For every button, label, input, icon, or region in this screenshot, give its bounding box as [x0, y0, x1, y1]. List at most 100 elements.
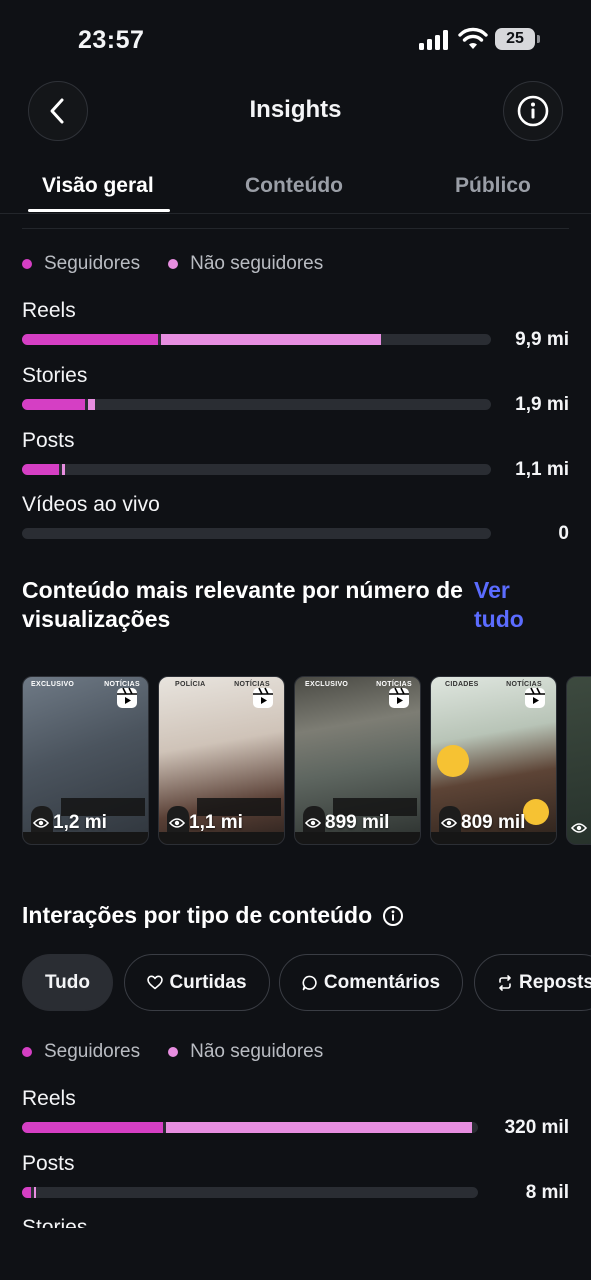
reels-icon: [117, 687, 137, 708]
views-legend: Seguidores Não seguidores: [22, 252, 351, 276]
followers-dot-icon: [22, 259, 32, 269]
views-count-value: 1,1 mi: [189, 812, 243, 833]
views-bar-posts: [22, 464, 491, 475]
info-icon: [517, 95, 549, 127]
views-row-label: Reels: [22, 299, 76, 322]
legend-non-followers: Não seguidores: [168, 253, 323, 275]
non-followers-segment: [59, 464, 65, 475]
section-divider: [22, 228, 569, 229]
content-thumbnail[interactable]: POLÍCIA NOTÍCIAS 1,1 mi: [158, 676, 285, 845]
interactions-bar-posts: [22, 1187, 478, 1198]
filter-label: Tudo: [44, 971, 90, 993]
views-row-label: Stories: [22, 364, 88, 387]
thumbnail-tag: POLÍCIA: [175, 681, 206, 688]
eye-icon: [169, 818, 185, 828]
views-count-value: 1,2 mi: [53, 812, 107, 833]
content-thumbnail[interactable]: EXCLUSIVO NOTÍCIAS 1,2 mi: [22, 676, 149, 845]
top-content-carousel[interactable]: EXCLUSIVO NOTÍCIAS 1,2 mi POLÍCIA NOTÍCI…: [22, 676, 591, 846]
legend-followers-label: Seguidores: [44, 253, 141, 274]
followers-segment: [22, 399, 85, 410]
views-count: 1,2 mi: [33, 812, 107, 834]
emoji-sticker-icon: [523, 799, 549, 825]
views-row-value: 9,9 mi: [515, 329, 569, 350]
filter-likes[interactable]: Curtidas: [124, 954, 270, 1011]
filter-label: Reposts: [519, 971, 591, 993]
cellular-signal-icon: [419, 30, 449, 50]
interactions-row-value: 8 mil: [525, 1182, 569, 1203]
views-count: [571, 822, 591, 834]
tab-audience[interactable]: Público: [455, 174, 531, 198]
bottom-edge: [0, 1228, 591, 1280]
content-thumbnail[interactable]: EXCLUSIVO NOTÍCIAS 899 mil: [294, 676, 421, 845]
followers-segment: [22, 464, 59, 475]
tab-content[interactable]: Conteúdo: [245, 174, 343, 198]
views-bar-live: [22, 528, 491, 539]
interactions-title: Interações por tipo de conteúdo: [22, 902, 373, 928]
interactions-title-row: Interações por tipo de conteúdo: [22, 901, 404, 930]
views-row-label: Posts: [22, 429, 75, 452]
filter-all[interactable]: Tudo: [22, 954, 113, 1011]
legend-followers-label: Seguidores: [44, 1041, 141, 1062]
filter-label: Curtidas: [169, 971, 247, 993]
eye-icon: [305, 818, 321, 828]
reels-icon: [253, 687, 273, 708]
status-time: 23:57: [78, 26, 145, 54]
legend-non-followers: Não seguidores: [168, 1041, 323, 1063]
reels-icon: [525, 687, 545, 708]
filter-comments[interactable]: Comentários: [279, 954, 463, 1011]
views-count-value: 899 mil: [325, 812, 390, 833]
heart-icon: [147, 975, 164, 990]
filter-reposts[interactable]: Reposts: [474, 954, 591, 1011]
comment-icon: [302, 975, 317, 990]
followers-segment: [22, 334, 158, 345]
followers-segment: [22, 1122, 163, 1133]
followers-dot-icon: [22, 1047, 32, 1057]
tabs-divider: [0, 213, 591, 214]
views-row-value: 1,1 mi: [515, 459, 569, 480]
non-followers-segment: [85, 399, 95, 410]
views-count-value: 809 mil: [461, 812, 526, 833]
see-all-link[interactable]: Ver tudo: [474, 576, 554, 634]
legend-non-followers-label: Não seguidores: [190, 253, 324, 274]
battery-icon: 25: [495, 28, 540, 50]
thumbnail-tag: EXCLUSIVO: [305, 681, 349, 688]
thumbnail-tag: EXCLUSIVO: [31, 681, 75, 688]
non-followers-segment: [163, 1122, 472, 1133]
interaction-filters: Tudo Curtidas Comentários Reposts: [22, 954, 591, 1012]
tab-bar: Visão geral Conteúdo Público: [0, 160, 591, 214]
eye-icon: [441, 818, 457, 828]
repost-icon: [499, 974, 511, 991]
views-bar-reels: [22, 334, 491, 345]
content-thumbnail[interactable]: CIDADES NOTÍCIAS 809 mil: [430, 676, 557, 845]
interactions-legend: Seguidores Não seguidores: [22, 1040, 351, 1064]
non-followers-segment: [31, 1187, 36, 1198]
interactions-row-value: 320 mil: [504, 1117, 569, 1138]
interactions-bar-reels: [22, 1122, 478, 1133]
emoji-sticker-icon: [437, 745, 469, 777]
wifi-icon: [458, 27, 488, 49]
views-count: 1,1 mi: [169, 812, 243, 834]
views-count: 809 mil: [441, 812, 525, 834]
non-followers-dot-icon: [168, 1047, 179, 1057]
non-followers-segment: [158, 334, 381, 345]
content-thumbnail[interactable]: [566, 676, 591, 845]
active-tab-indicator: [28, 209, 170, 212]
status-bar: 23:57 25: [0, 0, 591, 80]
interactions-row-label: Reels: [22, 1087, 76, 1110]
top-content-title: Conteúdo mais relevante por número de vi…: [22, 577, 463, 632]
followers-segment: [22, 1187, 31, 1198]
thumbnail-tag: CIDADES: [445, 681, 479, 688]
filter-label: Comentários: [323, 971, 441, 993]
legend-followers: Seguidores: [22, 253, 140, 275]
views-count: 899 mil: [305, 812, 389, 834]
info-icon[interactable]: [382, 905, 404, 927]
reels-icon: [389, 687, 409, 708]
non-followers-dot-icon: [168, 259, 179, 269]
legend-non-followers-label: Não seguidores: [190, 1041, 324, 1062]
tab-overview[interactable]: Visão geral: [42, 174, 154, 198]
eye-icon: [33, 818, 49, 828]
views-bar-stories: [22, 399, 491, 410]
info-button[interactable]: [503, 81, 563, 141]
views-row-value: 0: [558, 523, 569, 544]
interactions-row-label: Posts: [22, 1152, 75, 1175]
